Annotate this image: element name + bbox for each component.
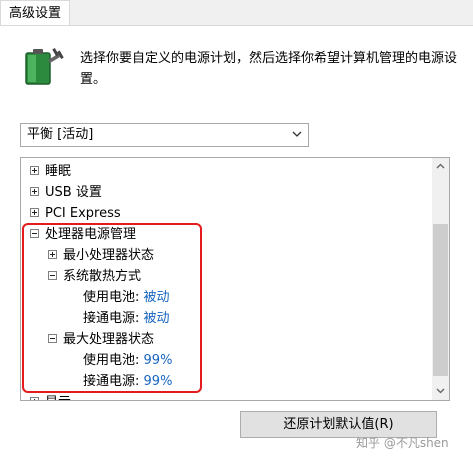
description-text: 选择你要自定义的电源计划，然后选择你希望计算机管理的电源设置。 [80,51,458,87]
setting-label: 接通电源: [83,311,140,326]
expand-plus-icon[interactable] [30,187,39,196]
setting-label: 使用电池: [83,353,140,368]
tree-item-label: 显示 [45,392,71,400]
tree-item-label: USB 设置 [45,185,102,200]
tree-item-cooling-plugged-in[interactable]: 接通电源: 被动 [83,308,170,329]
setting-label: 使用电池: [83,290,140,305]
power-plan-select[interactable]: 平衡 [活动] [20,123,309,147]
expand-plus-icon[interactable] [30,397,39,400]
chevron-down-icon [292,131,302,137]
tree-item-label: 最小处理器状态 [63,248,155,263]
setting-value-link[interactable]: 99% [144,353,173,368]
tab-advanced-settings[interactable]: 高级设置 [0,0,71,26]
expand-plus-icon[interactable] [30,208,39,217]
setting-label: 接通电源: [83,374,140,389]
expand-plus-icon[interactable] [30,166,39,175]
collapse-minus-icon[interactable] [30,229,39,238]
setting-value-link[interactable]: 被动 [144,311,170,326]
chevron-down-icon [436,388,445,394]
scroll-down-button[interactable] [432,383,449,400]
tree-item-max-state-on-battery[interactable]: 使用电池: 99% [83,350,172,371]
tree-item-cooling-on-battery[interactable]: 使用电池: 被动 [83,287,170,308]
tree-item-label: 处理器电源管理 [45,227,137,242]
tree-item-label: 睡眠 [45,164,72,179]
power-settings-tree[interactable]: 睡眠 USB 设置 PCI Express 处理器电源管理 最小处理器状态 系统… [20,157,450,401]
collapse-minus-icon[interactable] [48,334,57,343]
tree-item-label: 最大处理器状态 [63,332,155,347]
expand-plus-icon[interactable] [48,250,57,259]
battery-power-icon [25,48,64,85]
tree-scrollbar[interactable] [432,158,449,400]
setting-value-link[interactable]: 被动 [144,290,170,305]
collapse-minus-icon[interactable] [48,271,57,280]
tree-item-max-state-plugged-in[interactable]: 接通电源: 99% [83,371,172,392]
tree-item-label: 系统散热方式 [63,269,142,284]
scroll-up-button[interactable] [432,158,449,175]
setting-value-link[interactable]: 99% [144,374,173,389]
chevron-up-icon [436,163,445,169]
scrollbar-thumb[interactable] [433,224,448,376]
tree-item-label: PCI Express [45,206,121,221]
power-plan-select-value: 平衡 [活动] [27,127,94,142]
tab-strip: 高级设置 [0,0,473,26]
watermark-text: 知乎 @不凡shen [356,436,449,450]
